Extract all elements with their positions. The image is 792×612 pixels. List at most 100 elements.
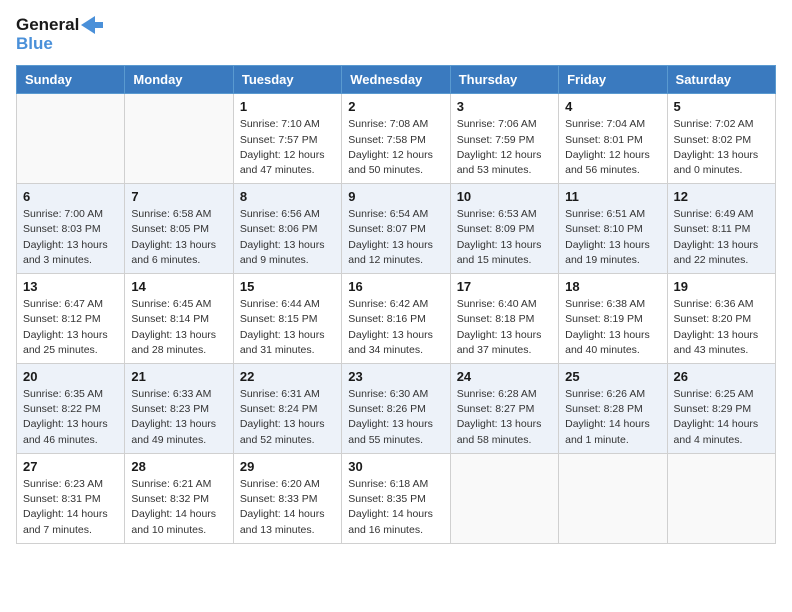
day-of-week-header: Tuesday (233, 66, 341, 94)
logo-arrow-icon (81, 16, 103, 34)
day-number: 14 (131, 279, 226, 294)
day-info: Sunrise: 6:45 AMSunset: 8:14 PMDaylight:… (131, 297, 226, 358)
calendar-day-cell: 7 Sunrise: 6:58 AMSunset: 8:05 PMDaylight… (125, 184, 233, 274)
day-number: 5 (674, 99, 769, 114)
calendar-day-cell: 12 Sunrise: 6:49 AMSunset: 8:11 PMDayligh… (667, 184, 775, 274)
day-number: 16 (348, 279, 443, 294)
day-info: Sunrise: 7:04 AMSunset: 8:01 PMDaylight:… (565, 117, 660, 178)
day-of-week-header: Sunday (17, 66, 125, 94)
calendar-week-row: 27 Sunrise: 6:23 AMSunset: 8:31 PMDayligh… (17, 453, 776, 543)
day-number: 11 (565, 189, 660, 204)
day-number: 26 (674, 369, 769, 384)
day-number: 6 (23, 189, 118, 204)
day-info: Sunrise: 6:49 AMSunset: 8:11 PMDaylight:… (674, 207, 769, 268)
day-info: Sunrise: 6:26 AMSunset: 8:28 PMDaylight:… (565, 387, 660, 448)
day-number: 10 (457, 189, 552, 204)
day-number: 27 (23, 459, 118, 474)
calendar-day-cell: 9 Sunrise: 6:54 AMSunset: 8:07 PMDaylight… (342, 184, 450, 274)
calendar-day-cell: 5 Sunrise: 7:02 AMSunset: 8:02 PMDaylight… (667, 94, 775, 184)
calendar-day-cell: 30Sunrise: 6:18 AMSunset: 8:35 PMDayligh… (342, 453, 450, 543)
day-info: Sunrise: 6:28 AMSunset: 8:27 PMDaylight:… (457, 387, 552, 448)
day-info: Sunrise: 6:35 AMSunset: 8:22 PMDaylight:… (23, 387, 118, 448)
day-number: 17 (457, 279, 552, 294)
calendar-table: SundayMondayTuesdayWednesdayThursdayFrid… (16, 65, 776, 543)
calendar-week-row: 13 Sunrise: 6:47 AMSunset: 8:12 PMDayligh… (17, 274, 776, 364)
calendar-day-cell: 24 Sunrise: 6:28 AMSunset: 8:27 PMDayligh… (450, 364, 558, 454)
day-of-week-header: Thursday (450, 66, 558, 94)
day-of-week-header: Friday (559, 66, 667, 94)
day-info: Sunrise: 6:25 AMSunset: 8:29 PMDaylight:… (674, 387, 769, 448)
day-info: Sunrise: 6:58 AMSunset: 8:05 PMDaylight:… (131, 207, 226, 268)
day-info: Sunrise: 6:56 AMSunset: 8:06 PMDaylight:… (240, 207, 335, 268)
day-number: 28 (131, 459, 226, 474)
day-info: Sunrise: 6:30 AMSunset: 8:26 PMDaylight:… (348, 387, 443, 448)
day-number: 1 (240, 99, 335, 114)
day-number: 9 (348, 189, 443, 204)
day-info: Sunrise: 6:18 AMSunset: 8:35 PMDaylight:… (348, 477, 443, 538)
day-info: Sunrise: 6:54 AMSunset: 8:07 PMDaylight:… (348, 207, 443, 268)
calendar-day-cell (450, 453, 558, 543)
day-number: 2 (348, 99, 443, 114)
day-info: Sunrise: 6:20 AMSunset: 8:33 PMDaylight:… (240, 477, 335, 538)
calendar-header-row: SundayMondayTuesdayWednesdayThursdayFrid… (17, 66, 776, 94)
day-info: Sunrise: 7:06 AMSunset: 7:59 PMDaylight:… (457, 117, 552, 178)
calendar-day-cell: 4Sunrise: 7:04 AMSunset: 8:01 PMDaylight… (559, 94, 667, 184)
calendar-day-cell: 19Sunrise: 6:36 AMSunset: 8:20 PMDayligh… (667, 274, 775, 364)
calendar-day-cell: 28Sunrise: 6:21 AMSunset: 8:32 PMDayligh… (125, 453, 233, 543)
calendar-day-cell: 29 Sunrise: 6:20 AMSunset: 8:33 PMDayligh… (233, 453, 341, 543)
day-number: 24 (457, 369, 552, 384)
day-info: Sunrise: 6:23 AMSunset: 8:31 PMDaylight:… (23, 477, 118, 538)
day-info: Sunrise: 6:47 AMSunset: 8:12 PMDaylight:… (23, 297, 118, 358)
calendar-day-cell: 10 Sunrise: 6:53 AMSunset: 8:09 PMDayligh… (450, 184, 558, 274)
calendar-day-cell: 26 Sunrise: 6:25 AMSunset: 8:29 PMDayligh… (667, 364, 775, 454)
calendar-day-cell: 14 Sunrise: 6:45 AMSunset: 8:14 PMDayligh… (125, 274, 233, 364)
calendar-day-cell: 16 Sunrise: 6:42 AMSunset: 8:16 PMDayligh… (342, 274, 450, 364)
day-number: 21 (131, 369, 226, 384)
calendar-day-cell: 11 Sunrise: 6:51 AMSunset: 8:10 PMDayligh… (559, 184, 667, 274)
calendar-day-cell: 8 Sunrise: 6:56 AMSunset: 8:06 PMDaylight… (233, 184, 341, 274)
calendar-week-row: 20 Sunrise: 6:35 AMSunset: 8:22 PMDayligh… (17, 364, 776, 454)
day-of-week-header: Monday (125, 66, 233, 94)
day-number: 8 (240, 189, 335, 204)
calendar-day-cell: 20 Sunrise: 6:35 AMSunset: 8:22 PMDayligh… (17, 364, 125, 454)
day-number: 20 (23, 369, 118, 384)
calendar-day-cell: 13 Sunrise: 6:47 AMSunset: 8:12 PMDayligh… (17, 274, 125, 364)
calendar-week-row: 6 Sunrise: 7:00 AMSunset: 8:03 PMDaylight… (17, 184, 776, 274)
calendar-day-cell: 15 Sunrise: 6:44 AMSunset: 8:15 PMDayligh… (233, 274, 341, 364)
day-number: 22 (240, 369, 335, 384)
day-info: Sunrise: 6:42 AMSunset: 8:16 PMDaylight:… (348, 297, 443, 358)
day-of-week-header: Wednesday (342, 66, 450, 94)
logo-blue: Blue (16, 35, 103, 54)
day-info: Sunrise: 7:10 AMSunset: 7:57 PMDaylight:… (240, 117, 335, 178)
day-number: 15 (240, 279, 335, 294)
calendar-day-cell: 27 Sunrise: 6:23 AMSunset: 8:31 PMDayligh… (17, 453, 125, 543)
page-header: General Blue (16, 16, 776, 53)
day-info: Sunrise: 6:31 AMSunset: 8:24 PMDaylight:… (240, 387, 335, 448)
day-info: Sunrise: 7:08 AMSunset: 7:58 PMDaylight:… (348, 117, 443, 178)
day-number: 12 (674, 189, 769, 204)
day-number: 18 (565, 279, 660, 294)
calendar-day-cell (559, 453, 667, 543)
day-info: Sunrise: 6:44 AMSunset: 8:15 PMDaylight:… (240, 297, 335, 358)
logo: General Blue (16, 16, 103, 53)
day-info: Sunrise: 7:00 AMSunset: 8:03 PMDaylight:… (23, 207, 118, 268)
day-info: Sunrise: 7:02 AMSunset: 8:02 PMDaylight:… (674, 117, 769, 178)
day-number: 25 (565, 369, 660, 384)
calendar-day-cell: 21Sunrise: 6:33 AMSunset: 8:23 PMDayligh… (125, 364, 233, 454)
calendar-day-cell: 23 Sunrise: 6:30 AMSunset: 8:26 PMDayligh… (342, 364, 450, 454)
calendar-day-cell: 3Sunrise: 7:06 AMSunset: 7:59 PMDaylight… (450, 94, 558, 184)
day-number: 7 (131, 189, 226, 204)
day-number: 23 (348, 369, 443, 384)
calendar-day-cell (125, 94, 233, 184)
calendar-day-cell: 18Sunrise: 6:38 AMSunset: 8:19 PMDayligh… (559, 274, 667, 364)
calendar-day-cell: 17Sunrise: 6:40 AMSunset: 8:18 PMDayligh… (450, 274, 558, 364)
calendar-day-cell: 1 Sunrise: 7:10 AMSunset: 7:57 PMDaylight… (233, 94, 341, 184)
day-info: Sunrise: 6:51 AMSunset: 8:10 PMDaylight:… (565, 207, 660, 268)
calendar-day-cell: 25 Sunrise: 6:26 AMSunset: 8:28 PMDayligh… (559, 364, 667, 454)
calendar-day-cell (667, 453, 775, 543)
day-number: 13 (23, 279, 118, 294)
day-number: 29 (240, 459, 335, 474)
calendar-day-cell: 2 Sunrise: 7:08 AMSunset: 7:58 PMDaylight… (342, 94, 450, 184)
day-info: Sunrise: 6:53 AMSunset: 8:09 PMDaylight:… (457, 207, 552, 268)
day-of-week-header: Saturday (667, 66, 775, 94)
